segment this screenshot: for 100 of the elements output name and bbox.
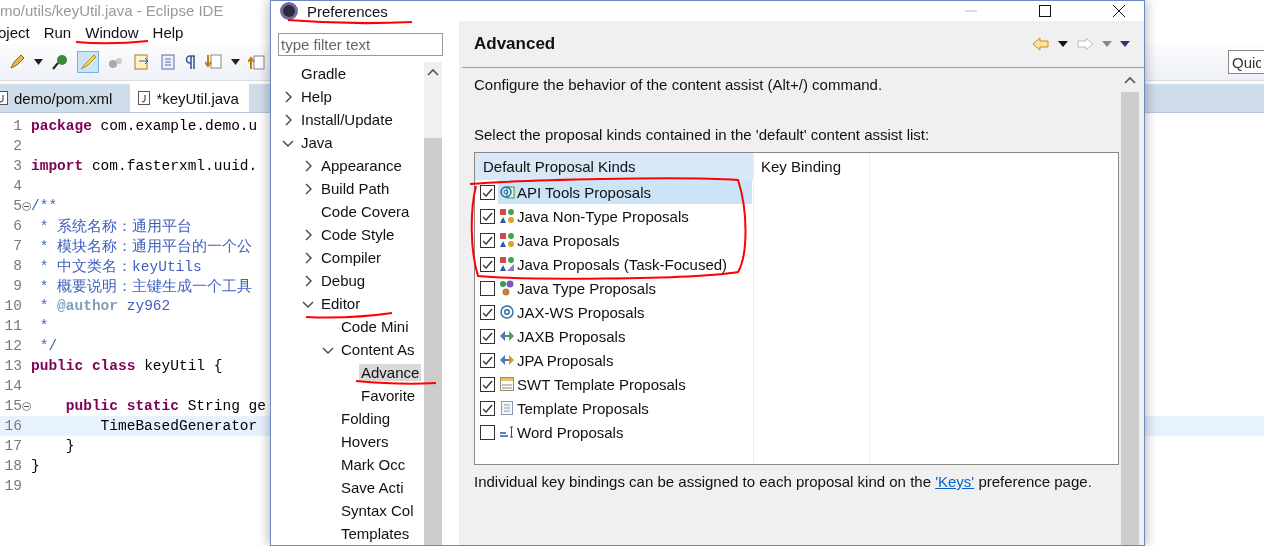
page-title: Advanced (474, 34, 556, 54)
filter-field[interactable]: type filter text (278, 33, 443, 56)
line-number: 11 (3, 318, 22, 334)
scrollbar-thumb[interactable] (424, 138, 442, 545)
document-icon[interactable] (133, 53, 151, 71)
code-line: package com.example.demo.u (31, 118, 258, 134)
column-header[interactable]: Key Binding (753, 153, 869, 180)
keys-link[interactable]: 'Keys' (935, 473, 975, 490)
description-text: Configure the behavior of the content assist (Alt+/) command. (474, 75, 884, 95)
tree-item[interactable]: Mark Occ (339, 456, 408, 473)
up-arrow-icon[interactable] (248, 53, 266, 71)
marker-icon[interactable] (77, 51, 99, 73)
checkbox[interactable] (480, 376, 495, 392)
pencil-icon[interactable] (8, 53, 26, 71)
scroll-up-icon[interactable] (1124, 76, 1136, 84)
checkbox[interactable] (480, 256, 495, 272)
line-number: 10 (3, 298, 22, 314)
magnifier-icon[interactable] (51, 53, 69, 71)
tree-item[interactable]: Compiler (319, 249, 383, 266)
collapse-icon[interactable] (22, 201, 31, 211)
tree-item[interactable]: Favorite (359, 387, 418, 404)
code-line: */ (38, 338, 58, 354)
caret-icon[interactable] (34, 59, 43, 65)
tree-item[interactable]: Help (299, 88, 334, 105)
line-number: 5 (12, 198, 22, 214)
checkbox[interactable] (480, 352, 495, 368)
collapse-icon[interactable] (22, 401, 31, 411)
at-document-icon (499, 184, 515, 200)
scrollbar-thumb[interactable] (1121, 92, 1139, 545)
down-arrow-icon[interactable] (205, 53, 223, 71)
scroll-up-icon[interactable] (427, 68, 439, 76)
tree-item[interactable]: Hovers (339, 433, 391, 450)
line-number: 17 (3, 438, 22, 454)
code-line: public class keyUtil { (31, 358, 223, 374)
tree-item[interactable]: Java (299, 134, 335, 151)
list-row[interactable]: API Tools Proposals (498, 180, 752, 204)
tree-item[interactable]: Save Acti (339, 479, 406, 496)
tree-item[interactable]: Advance (359, 364, 422, 381)
tree-item[interactable]: Folding (339, 410, 393, 427)
line-number: 18 (3, 458, 22, 474)
list-row[interactable]: Java Type Proposals (498, 276, 752, 300)
list-row[interactable]: Word Proposals (498, 420, 752, 444)
window-title: mo/utils/keyUtil.java - Eclipse IDE (0, 1, 224, 19)
tree-item[interactable]: Debug (319, 272, 368, 289)
line-number: 9 (12, 278, 22, 294)
shapes-icon (499, 232, 515, 248)
list-row[interactable]: JAXB Proposals (498, 324, 752, 348)
tree-item[interactable]: Gradle (299, 65, 349, 82)
list-row[interactable]: Template Proposals (498, 396, 752, 420)
editor-tab[interactable]: demo/pom.xml (0, 84, 123, 112)
shapes-icon (499, 256, 515, 272)
line-number: 1 (12, 118, 22, 134)
tree-item[interactable]: Install/Update (299, 111, 395, 128)
column-header[interactable]: Default Proposal Kinds (475, 153, 753, 180)
caret-icon[interactable] (231, 59, 240, 65)
list-row[interactable]: JPA Proposals (498, 348, 752, 372)
tree-item[interactable]: Appearance (319, 157, 404, 174)
editor-tab[interactable]: *keyUtil.java (130, 84, 249, 112)
view-menu-icon[interactable] (1120, 41, 1130, 47)
footer-text: Individual key bindings can be assigned to each proposal kind on the 'Keys' preference page. (474, 472, 1093, 492)
menu-item[interactable]: Run (43, 23, 72, 41)
tree-item[interactable]: Content As (339, 341, 417, 358)
checkbox[interactable] (480, 304, 495, 320)
tree-item[interactable]: Code Covera (319, 203, 412, 220)
menu-item[interactable]: Help (152, 23, 184, 41)
checkbox[interactable] (480, 400, 495, 416)
line-number: 3 (12, 158, 22, 174)
line-number: 2 (12, 138, 22, 154)
checkbox[interactable] (480, 424, 495, 440)
checkbox[interactable] (480, 328, 495, 344)
code-line: /** (31, 198, 58, 214)
maximize-icon[interactable] (1038, 4, 1052, 18)
caret-icon[interactable] (1058, 41, 1068, 47)
line-number: 8 (12, 258, 22, 274)
pilcrow-icon[interactable] (185, 54, 197, 70)
menu-item[interactable]: Window (85, 23, 139, 41)
tree-item[interactable]: Templates (339, 525, 412, 542)
double-arrow-icon (499, 328, 515, 344)
code-line: public static String ge (64, 398, 266, 414)
list-row[interactable]: Java Proposals (498, 228, 752, 252)
checkbox[interactable] (480, 208, 495, 224)
tree-item[interactable]: Syntax Col (339, 502, 416, 519)
checkbox[interactable] (480, 232, 495, 248)
tree-item[interactable]: Build Path (319, 180, 392, 197)
list-row[interactable]: JAX-WS Proposals (498, 300, 752, 324)
list-row[interactable]: Java Non-Type Proposals (498, 204, 752, 228)
tree-item[interactable]: Code Mini (339, 318, 411, 335)
tree-item[interactable]: Code Style (319, 226, 397, 243)
checkbox[interactable] (480, 280, 495, 296)
document-icon (499, 376, 515, 392)
code-line: * 概要说明：主键生成一个工具 (38, 277, 253, 296)
line-number: 15 (3, 398, 22, 414)
code-line: } (31, 458, 40, 474)
close-icon[interactable] (1112, 4, 1126, 18)
code-line: import com.fasterxml.uuid. (31, 158, 258, 174)
checkbox[interactable] (480, 184, 495, 200)
at-sign-icon (499, 304, 515, 320)
list-row[interactable]: Java Proposals (Task-Focused) (498, 252, 752, 276)
tree-item[interactable]: Editor (319, 295, 363, 312)
list-row[interactable]: SWT Template Proposals (498, 372, 752, 396)
